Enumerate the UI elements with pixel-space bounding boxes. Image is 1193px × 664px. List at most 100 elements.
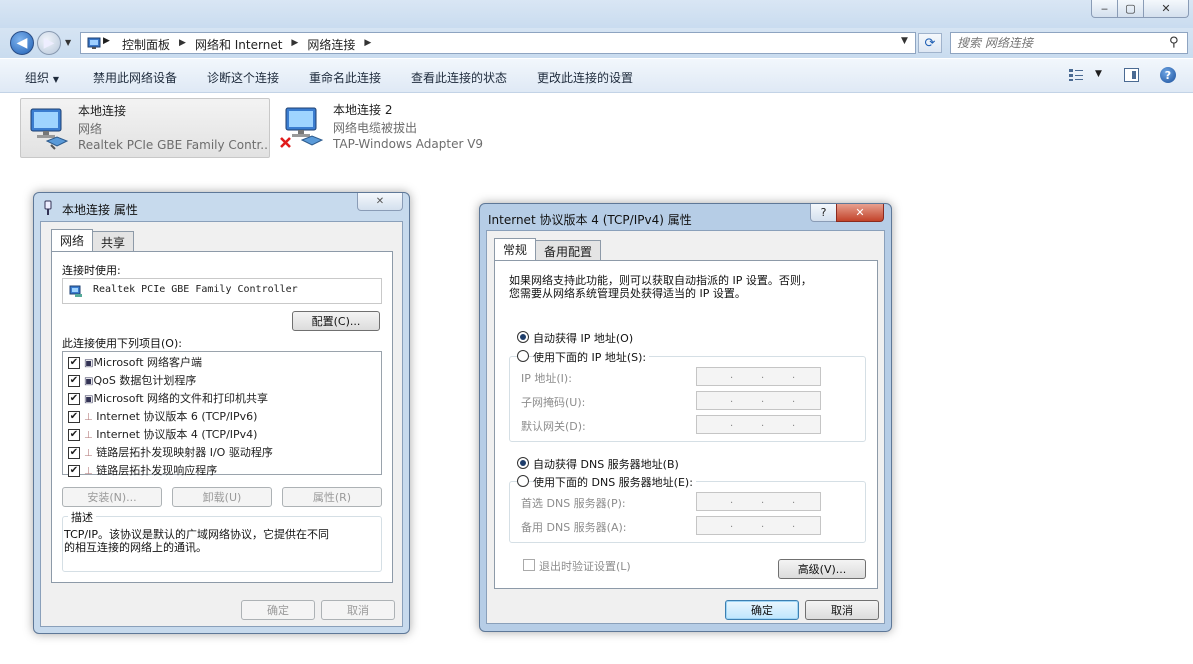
close-button[interactable]: ✕ bbox=[1143, 0, 1189, 18]
preferred-dns-label: 首选 DNS 服务器(P): bbox=[521, 497, 626, 510]
control-panel-icon bbox=[87, 37, 101, 49]
tab-general[interactable]: 常规 bbox=[494, 238, 537, 260]
configure-button[interactable]: 配置(C)... bbox=[292, 311, 380, 331]
adapter-box: Realtek PCIe GBE Family Controller bbox=[62, 278, 382, 304]
rename-button[interactable]: 重命名此连接 bbox=[309, 69, 381, 86]
advanced-button[interactable]: 高级(V)... bbox=[778, 559, 866, 579]
preview-pane-icon[interactable] bbox=[1124, 68, 1139, 82]
chevron-right-icon[interactable]: ▶ bbox=[175, 36, 190, 53]
chevron-right-icon[interactable]: ▶ bbox=[360, 36, 375, 53]
network-plug-icon bbox=[44, 200, 52, 215]
view-status-button[interactable]: 查看此连接的状态 bbox=[411, 69, 507, 86]
ok-button[interactable]: 确定 bbox=[725, 600, 799, 620]
network-adapter-icon bbox=[30, 108, 69, 150]
connection-adapter: Realtek PCIe GBE Family Contr... bbox=[78, 138, 268, 152]
title-bar: ‒ ▢ ✕ bbox=[0, 0, 1193, 30]
intro-text: 您需要从网络系统管理员处获得适当的 IP 设置。 bbox=[509, 287, 746, 300]
ok-button[interactable]: 确定 bbox=[241, 600, 315, 620]
search-icon[interactable]: ⚲ bbox=[1169, 35, 1179, 50]
list-item[interactable]: ✔ ⊥ Internet 协议版本 6 (TCP/IPv6) bbox=[68, 408, 273, 426]
list-item[interactable]: ✔ ⊥ 链路层拓扑发现响应程序 bbox=[68, 462, 273, 480]
minimize-button[interactable]: ‒ bbox=[1091, 0, 1118, 18]
install-button[interactable]: 安装(N)... bbox=[62, 487, 162, 507]
forward-button[interactable]: ▶ bbox=[37, 31, 61, 55]
change-settings-button[interactable]: 更改此连接的设置 bbox=[537, 69, 633, 86]
help-button[interactable]: ? bbox=[810, 204, 837, 222]
list-item[interactable]: ✔ ⊥ Internet 协议版本 4 (TCP/IPv4) bbox=[68, 426, 273, 444]
tab-network[interactable]: 网络 bbox=[51, 229, 94, 251]
connection-tile-local[interactable]: 本地连接 网络 Realtek PCIe GBE Family Contr... bbox=[20, 98, 270, 158]
auto-dns-label[interactable]: 自动获得 DNS 服务器地址(B) bbox=[533, 456, 679, 472]
auto-ip-radio[interactable] bbox=[517, 331, 529, 343]
checkbox[interactable]: ✔ bbox=[68, 393, 80, 405]
uninstall-button[interactable]: 卸载(U) bbox=[172, 487, 272, 507]
refresh-button[interactable]: ⟳ bbox=[918, 33, 942, 53]
preferred-dns-field[interactable]: ... bbox=[696, 492, 821, 511]
close-button[interactable]: ✕ bbox=[357, 193, 403, 211]
local-connection-properties-dialog: 本地连接 属性 ✕ 网络 共享 连接时使用: Realtek PCIe GBE … bbox=[33, 192, 410, 634]
recent-pages-dropdown[interactable]: ▼ bbox=[65, 38, 71, 47]
ip-address-label: IP 地址(I): bbox=[521, 372, 572, 385]
manual-ip-radio[interactable] bbox=[517, 350, 529, 362]
manual-dns-label[interactable]: 使用下面的 DNS 服务器地址(E): bbox=[533, 474, 696, 490]
checkbox[interactable]: ✔ bbox=[68, 447, 80, 459]
list-item[interactable]: ✔ ▣QoS 数据包计划程序 bbox=[68, 372, 273, 390]
address-field[interactable]: ▶ 控制面板 ▶ 网络和 Internet ▶ 网络连接 ▶ ▼ bbox=[80, 32, 916, 54]
arrow-right-icon: ▶ bbox=[43, 35, 55, 51]
search-input[interactable] bbox=[957, 34, 1157, 52]
default-gateway-field[interactable]: ... bbox=[696, 415, 821, 434]
tab-sharing[interactable]: 共享 bbox=[92, 231, 135, 251]
checkbox[interactable]: ✔ bbox=[68, 375, 80, 387]
checkbox[interactable]: ✔ bbox=[68, 357, 80, 369]
auto-dns-radio[interactable] bbox=[517, 457, 529, 469]
alternate-dns-field[interactable]: ... bbox=[696, 516, 821, 535]
list-item[interactable]: ✔ ▣Microsoft 网络的文件和打印机共享 bbox=[68, 390, 273, 408]
command-bar: 组织 ▼ 禁用此网络设备 诊断这个连接 重命名此连接 查看此连接的状态 更改此连… bbox=[0, 59, 1193, 93]
connection-tile-local-2[interactable]: 本地连接 2 网络电缆被拔出 TAP-Windows Adapter V9 bbox=[276, 98, 526, 158]
dialog-title: 本地连接 属性 bbox=[62, 203, 138, 217]
address-history-dropdown[interactable]: ▼ bbox=[901, 36, 908, 46]
checkbox[interactable]: ✔ bbox=[68, 411, 80, 423]
list-item[interactable]: ✔ ⊥ 链路层拓扑发现映射器 I/O 驱动程序 bbox=[68, 444, 273, 462]
view-options-icon[interactable] bbox=[1068, 68, 1084, 82]
items-label: 此连接使用下列项目(O): bbox=[62, 337, 182, 350]
breadcrumb-network-connections[interactable]: 网络连接 bbox=[302, 36, 360, 53]
tab-alternate-config[interactable]: 备用配置 bbox=[535, 240, 602, 260]
breadcrumb-control-panel[interactable]: 控制面板 bbox=[117, 36, 175, 53]
breadcrumb-network-internet[interactable]: 网络和 Internet bbox=[190, 36, 287, 53]
close-icon: ✕ bbox=[855, 206, 865, 219]
organize-menu[interactable]: 组织 ▼ bbox=[25, 69, 59, 86]
cancel-button[interactable]: 取消 bbox=[805, 600, 879, 620]
disable-device-button[interactable]: 禁用此网络设备 bbox=[93, 69, 177, 86]
dialog-title: Internet 协议版本 4 (TCP/IPv4) 属性 bbox=[488, 213, 692, 227]
help-icon: ? bbox=[820, 206, 827, 219]
description-text: 的相互连接的网络上的通讯。 bbox=[64, 541, 207, 554]
manual-ip-label[interactable]: 使用下面的 IP 地址(S): bbox=[533, 349, 650, 365]
cancel-button[interactable]: 取消 bbox=[321, 600, 395, 620]
connection-name: 本地连接 2 bbox=[333, 103, 393, 117]
list-item[interactable]: ✔ ▣Microsoft 网络客户端 bbox=[68, 354, 273, 372]
checkbox[interactable]: ✔ bbox=[68, 465, 80, 477]
validate-label[interactable]: 退出时验证设置(L) bbox=[539, 558, 631, 574]
address-bar: ◀ ▶ ▼ ▶ 控制面板 ▶ 网络和 Internet ▶ 网络连接 ▶ ▼ ⟳… bbox=[0, 28, 1193, 58]
general-tab-panel: 如果网络支持此功能，则可以获取自动指派的 IP 设置。否则， 您需要从网络系统管… bbox=[494, 260, 878, 589]
validate-checkbox[interactable] bbox=[523, 559, 535, 571]
protocol-icon: ⊥ bbox=[84, 448, 93, 459]
maximize-button[interactable]: ▢ bbox=[1117, 0, 1144, 18]
components-list[interactable]: ✔ ▣Microsoft 网络客户端 ✔ ▣QoS 数据包计划程序 ✔ ▣Micros… bbox=[62, 351, 382, 477]
help-icon[interactable]: ? bbox=[1160, 67, 1176, 83]
diagnose-button[interactable]: 诊断这个连接 bbox=[207, 69, 279, 86]
back-button[interactable]: ◀ bbox=[10, 31, 34, 55]
manual-dns-radio[interactable] bbox=[517, 475, 529, 487]
close-icon: ✕ bbox=[375, 196, 385, 207]
chevron-right-icon[interactable]: ▶ bbox=[287, 36, 302, 53]
close-button[interactable]: ✕ bbox=[836, 204, 884, 222]
checkbox[interactable]: ✔ bbox=[68, 429, 80, 441]
auto-ip-label[interactable]: 自动获得 IP 地址(O) bbox=[533, 330, 633, 346]
subnet-mask-field[interactable]: ... bbox=[696, 391, 821, 410]
ip-address-field[interactable]: ... bbox=[696, 367, 821, 386]
properties-button[interactable]: 属性(R) bbox=[282, 487, 382, 507]
dialog-body: 网络 共享 连接时使用: Realtek PCIe GBE Family Con… bbox=[40, 221, 403, 627]
chevron-down-icon[interactable]: ▼ bbox=[1095, 69, 1102, 79]
protocol-icon: ⊥ bbox=[84, 430, 93, 441]
